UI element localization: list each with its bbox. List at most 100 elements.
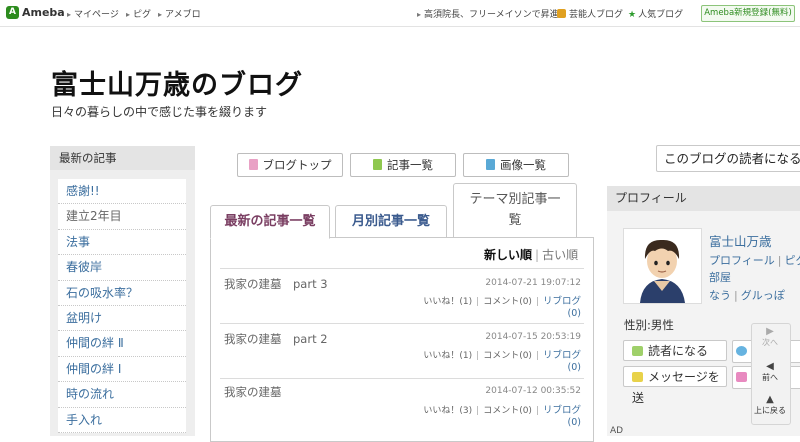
entry-title[interactable]: 我家の建墓 part 2 xyxy=(224,331,328,347)
image-list-button[interactable]: 画像一覧 xyxy=(463,153,569,177)
divider xyxy=(220,323,584,324)
next-label: 次へ xyxy=(762,338,778,347)
meta-separator: | xyxy=(476,406,479,416)
ameblo-link[interactable]: アメブロ xyxy=(158,7,201,20)
like-link[interactable]: いいね！(3) xyxy=(423,406,472,416)
sort-toggle: 新しい順|古い順 xyxy=(484,246,578,263)
meta-separator: | xyxy=(476,297,479,307)
recent-entry-link[interactable]: 仲間の絆 Ⅰ xyxy=(58,357,186,382)
entry-title[interactable]: 我家の建墓 xyxy=(224,384,282,400)
profile-link[interactable]: プロフィール xyxy=(709,254,775,267)
next-page-button[interactable]: ▶次へ xyxy=(753,326,787,348)
sort-oldest[interactable]: 古い順 xyxy=(542,248,578,262)
entry-meta: いいね！(1) | コメント(0) | リブログ xyxy=(380,293,581,307)
blog-description: 日々の暮らしの中で感じた事を綴ります xyxy=(51,103,267,120)
reblog-count: (0) xyxy=(558,308,581,319)
entry-date: 2014-07-15 20:53:19 xyxy=(482,332,581,342)
link-separator: | xyxy=(734,289,738,302)
send-message-button[interactable]: メッセージを送 xyxy=(623,366,727,387)
tab-theme-label-line1: テーマ別記事一 xyxy=(469,192,560,207)
room-link[interactable]: 部屋 xyxy=(709,269,731,285)
recent-entry-link[interactable]: 石の吸水率？ xyxy=(58,281,186,306)
recent-entry-link[interactable]: 感謝!! xyxy=(58,179,186,204)
pigg-icon xyxy=(736,346,747,356)
image-list-label: 画像一覧 xyxy=(500,158,546,172)
meta-separator: | xyxy=(536,297,539,307)
profile-heading: プロフィール xyxy=(607,186,800,211)
back-to-top-button[interactable]: ▲上に戻る xyxy=(753,394,787,416)
recent-entries-heading: 最新の記事 xyxy=(50,146,195,170)
now-link[interactable]: なう xyxy=(709,289,731,302)
meta-separator: | xyxy=(536,351,539,361)
blog-top-label: ブログトップ xyxy=(263,158,332,172)
popular-blog-link[interactable]: ★人気ブログ xyxy=(628,7,683,20)
comment-link[interactable]: コメント(0) xyxy=(483,297,532,307)
recent-entry-link[interactable]: 春彼岸 xyxy=(58,255,186,280)
like-link[interactable]: いいね！(1) xyxy=(423,297,472,307)
become-reader-box[interactable]: このブログの読者になる xyxy=(656,145,800,172)
become-reader-button[interactable]: 読者になる xyxy=(623,340,727,361)
meta-separator: | xyxy=(536,406,539,416)
ameba-logo[interactable]: A Ameba xyxy=(6,5,65,19)
reblog-link[interactable]: リブログ xyxy=(543,350,581,361)
pigg-link[interactable]: ピグ xyxy=(126,7,151,20)
blog-top-icon xyxy=(249,159,258,170)
sort-separator: | xyxy=(535,248,539,262)
celebrity-blog-label: 芸能人ブログ xyxy=(569,10,623,20)
profile-gender: 性別:男性 xyxy=(624,317,674,333)
recent-entries-list: 感謝!! 建立2年目 法事 春彼岸 石の吸水率？ 盆明け 仲間の絆 Ⅱ 仲間の絆… xyxy=(58,179,186,433)
entry-meta: いいね！(3) | コメント(0) | リブログ xyxy=(380,402,581,416)
arrow-up-icon: ▲ xyxy=(753,394,787,405)
tab-theme-entries[interactable]: テーマ別記事一 覧 xyxy=(453,183,577,237)
ameba-logo-text: Ameba xyxy=(22,6,65,19)
envelope-icon xyxy=(632,372,643,382)
recent-entry-link[interactable]: 時の流れ xyxy=(58,382,186,407)
comment-link[interactable]: コメント(0) xyxy=(483,351,532,361)
camera-icon xyxy=(486,159,495,170)
entry-meta: いいね！(1) | コメント(0) | リブログ xyxy=(380,347,581,361)
comment-link[interactable]: コメント(0) xyxy=(483,406,532,416)
entry-title[interactable]: 我家の建墓 part 3 xyxy=(224,276,328,292)
prev-label: 前へ xyxy=(762,373,778,382)
pigg-profile-link[interactable]: ピグ xyxy=(785,254,800,267)
recent-entry-link[interactable]: 仲間の絆 Ⅱ xyxy=(58,331,186,356)
like-link[interactable]: いいね！(1) xyxy=(423,351,472,361)
recent-entry-link[interactable]: 建立2年目 xyxy=(58,204,186,229)
sort-newest[interactable]: 新しい順 xyxy=(484,248,532,262)
arrow-left-icon: ◀ xyxy=(753,361,787,372)
ameba-logo-icon: A xyxy=(6,6,19,19)
entry-list-icon xyxy=(373,159,382,170)
entry-date: 2014-07-12 00:35:52 xyxy=(482,386,581,396)
celebrity-blog-link[interactable]: 芸能人ブログ xyxy=(557,7,623,20)
avatar[interactable] xyxy=(623,228,702,304)
profile-links: プロフィール|ピグ xyxy=(709,252,800,268)
reblog-link[interactable]: リブログ xyxy=(543,405,581,416)
gurupp-link[interactable]: グルっぽ xyxy=(741,289,785,302)
news-link[interactable]: 高須院長、フリーメイソンで昇進 xyxy=(417,7,559,20)
back-to-top-label: 上に戻る xyxy=(754,406,786,415)
prev-page-button[interactable]: ◀前へ xyxy=(753,361,787,383)
popular-blog-label: 人気ブログ xyxy=(638,10,683,20)
entry-list-button[interactable]: 記事一覧 xyxy=(350,153,456,177)
divider xyxy=(220,268,584,269)
blog-top-button[interactable]: ブログトップ xyxy=(237,153,343,177)
entry-list-label: 記事一覧 xyxy=(387,158,433,172)
mypage-link[interactable]: マイページ xyxy=(67,7,119,20)
recent-entry-link[interactable]: 手入れ xyxy=(58,408,186,433)
recent-entry-link[interactable]: 法事 xyxy=(58,230,186,255)
tab-theme-label-line2: 覧 xyxy=(508,213,521,228)
link-separator: | xyxy=(778,254,782,267)
blog-title[interactable]: 富士山万歳のブログ xyxy=(51,63,303,102)
avatar-illustration xyxy=(624,229,701,303)
reblog-link[interactable]: リブログ xyxy=(543,296,581,307)
profile-name[interactable]: 富士山万歳 xyxy=(709,231,772,250)
tab-monthly-entries[interactable]: 月別記事一覧 xyxy=(335,205,447,238)
reblog-count: (0) xyxy=(558,417,581,428)
arrow-right-icon: ▶ xyxy=(753,326,787,337)
tab-latest-entries[interactable]: 最新の記事一覧 xyxy=(210,205,330,239)
gift-icon xyxy=(736,372,747,382)
recent-entry-link[interactable]: 盆明け xyxy=(58,306,186,331)
divider xyxy=(220,378,584,379)
meta-separator: | xyxy=(476,351,479,361)
register-button[interactable]: Ameba新規登録(無料) xyxy=(701,5,795,22)
